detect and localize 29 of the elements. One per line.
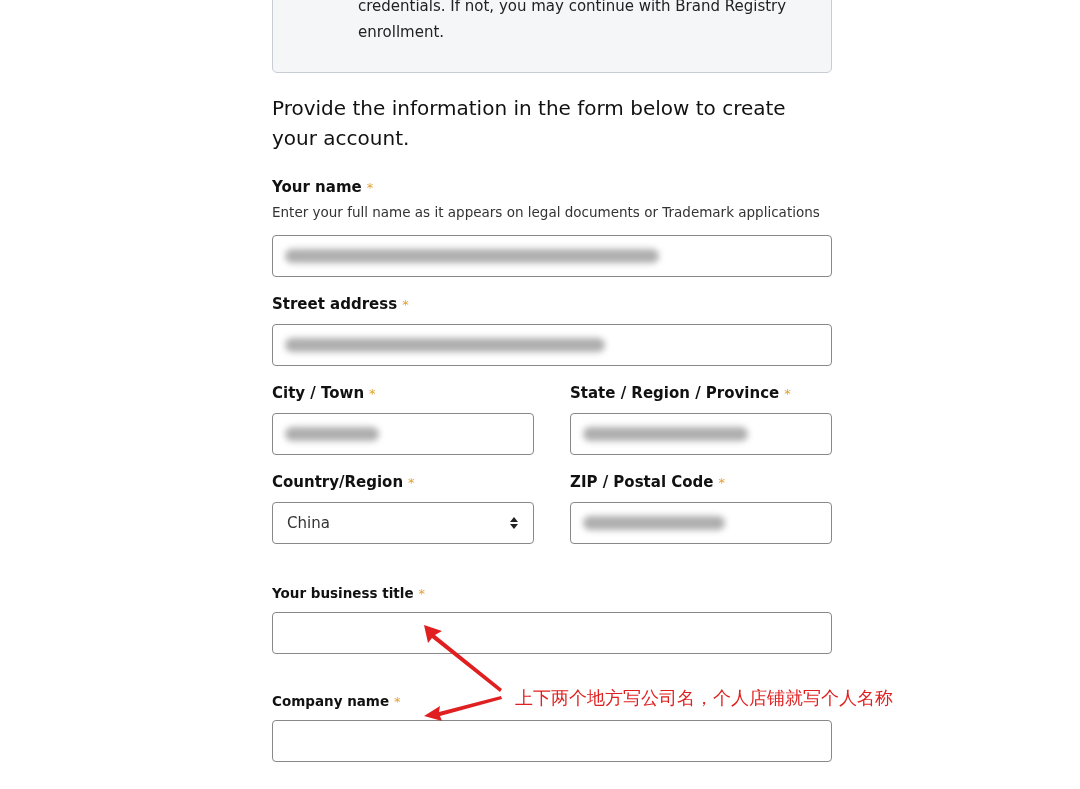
country-select[interactable]: China bbox=[272, 502, 534, 544]
input-field[interactable] bbox=[570, 413, 832, 455]
sort-caret-icon bbox=[509, 516, 519, 530]
field-label: Country/Region bbox=[272, 473, 404, 491]
field-label: Your business title bbox=[272, 584, 414, 602]
input-field[interactable] bbox=[272, 720, 832, 762]
required-asterisk: * bbox=[402, 296, 409, 314]
required-asterisk: * bbox=[369, 385, 376, 403]
field-hint: Enter your full name as it appears on legal documents or Trademark applications bbox=[272, 203, 821, 222]
annotation-text: 上下两个地方写公司名，个人店铺就写个人名称 bbox=[515, 686, 893, 710]
field-label: ZIP / Postal Code bbox=[570, 473, 714, 491]
required-asterisk: * bbox=[366, 179, 374, 197]
field-label: Company name bbox=[272, 692, 390, 710]
field-label: City / Town bbox=[272, 384, 365, 402]
required-asterisk: * bbox=[394, 693, 401, 711]
required-asterisk: * bbox=[784, 385, 791, 403]
required-asterisk: * bbox=[718, 474, 725, 492]
required-asterisk: * bbox=[418, 585, 426, 603]
input-field[interactable] bbox=[272, 324, 832, 366]
notice-text: credentials. If not, you may continue with Brand Registry enrollment. bbox=[358, 0, 788, 43]
field-label: State / Region / Province bbox=[570, 384, 780, 402]
field-label: Street address bbox=[272, 295, 398, 313]
input-field[interactable] bbox=[272, 235, 832, 277]
input-field[interactable] bbox=[570, 502, 832, 544]
required-asterisk: * bbox=[408, 474, 415, 492]
form-heading: Provide the information in the form below to create your account. bbox=[272, 95, 787, 152]
field-label: Your name bbox=[272, 178, 362, 196]
input-field[interactable] bbox=[272, 413, 534, 455]
input-field[interactable] bbox=[272, 612, 832, 654]
